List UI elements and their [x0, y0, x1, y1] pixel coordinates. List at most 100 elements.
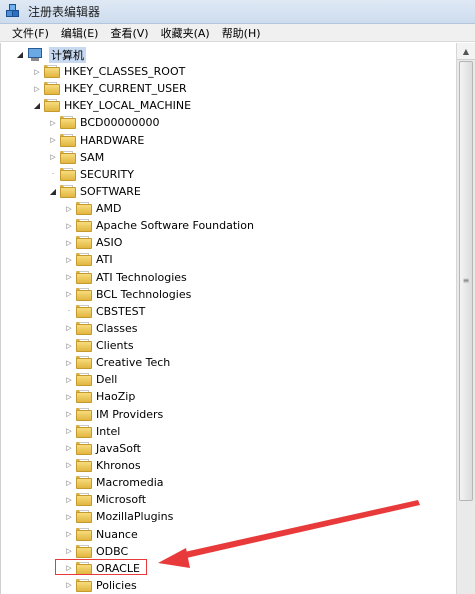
- tree-item[interactable]: ▷ BCD00000000: [48, 114, 160, 131]
- tree-item[interactable]: ▷ Nuance: [64, 526, 138, 543]
- expand-arrow-icon[interactable]: ▷: [64, 204, 74, 214]
- tree-item-label: Nuance: [96, 527, 138, 541]
- expand-arrow-icon[interactable]: ▷: [64, 358, 74, 368]
- title-bar: 注册表编辑器: [0, 0, 475, 24]
- tree-item[interactable]: ◢ SOFTWARE: [48, 183, 141, 200]
- expand-arrow-icon[interactable]: ▷: [64, 341, 74, 351]
- tree-item-label: Macromedia: [96, 476, 164, 490]
- folder-icon: [76, 304, 92, 318]
- highlight-box: [55, 559, 147, 575]
- tree-item-label: Policies: [96, 578, 137, 592]
- menu-edit[interactable]: 编辑(E): [55, 25, 105, 41]
- expand-arrow-icon[interactable]: ▷: [64, 409, 74, 419]
- expand-arrow-icon[interactable]: ▷: [64, 323, 74, 333]
- expand-arrow-icon[interactable]: ▷: [64, 478, 74, 488]
- tree-item-label: Creative Tech: [96, 356, 171, 370]
- tree-item-label: JavaSoft: [96, 441, 141, 455]
- expand-arrow-icon[interactable]: ▷: [48, 118, 58, 128]
- tree-item[interactable]: · CBSTEST: [64, 303, 145, 320]
- folder-icon: [76, 253, 92, 267]
- expand-arrow-icon[interactable]: ▷: [64, 221, 74, 231]
- tree-item-label: ODBC: [96, 544, 129, 558]
- tree-item-label: Dell: [96, 373, 118, 387]
- tree-item[interactable]: ▷ Microsoft: [64, 491, 146, 508]
- tree-item[interactable]: ▷ ATI: [64, 251, 113, 268]
- folder-icon: [44, 65, 60, 78]
- expand-arrow-icon[interactable]: ▷: [64, 512, 74, 522]
- collapse-arrow-icon[interactable]: ◢: [32, 101, 42, 111]
- tree-item[interactable]: ▷ MozillaPlugins: [64, 508, 173, 525]
- menu-file[interactable]: 文件(F): [6, 25, 55, 41]
- expand-arrow-icon[interactable]: ▷: [64, 272, 74, 282]
- expand-arrow-icon[interactable]: ▷: [64, 495, 74, 505]
- folder-icon: [76, 476, 92, 490]
- folder-icon: [76, 544, 92, 558]
- grip-icon: ≡: [462, 276, 470, 285]
- expand-arrow-icon[interactable]: ▷: [32, 67, 42, 77]
- tree-item[interactable]: ▷ Creative Tech: [64, 354, 170, 371]
- tree-item[interactable]: · SECURITY: [48, 166, 134, 183]
- tree-item[interactable]: ▷ HARDWARE: [48, 132, 144, 149]
- tree-line-icon: ·: [67, 307, 71, 316]
- expand-arrow-icon[interactable]: ▷: [64, 392, 74, 402]
- scroll-thumb[interactable]: ≡: [459, 61, 473, 501]
- expand-arrow-icon[interactable]: ◢: [15, 50, 25, 60]
- tree-item[interactable]: ▷ Macromedia: [64, 474, 164, 491]
- tree-item-label: HKEY_CURRENT_USER: [64, 82, 187, 96]
- tree-item-label: SOFTWARE: [80, 184, 141, 198]
- expand-arrow-icon[interactable]: ▷: [64, 255, 74, 265]
- expand-arrow-icon[interactable]: ▷: [64, 529, 74, 539]
- folder-icon: [76, 424, 92, 438]
- tree-item[interactable]: ▷ ODBC: [64, 543, 128, 560]
- tree-item-label: SAM: [80, 150, 105, 164]
- tree-item[interactable]: ▷ Clients: [64, 337, 134, 354]
- tree-item-label: ASIO: [96, 236, 123, 250]
- tree-root[interactable]: ◢ 计算机: [15, 46, 86, 63]
- tree-item[interactable]: ▷ IM Providers: [64, 406, 163, 423]
- collapse-arrow-icon[interactable]: ◢: [48, 186, 58, 196]
- expand-arrow-icon[interactable]: ▷: [64, 375, 74, 385]
- tree-item[interactable]: ▷ BCL Technologies: [64, 286, 191, 303]
- menu-help[interactable]: 帮助(H): [216, 25, 267, 41]
- expand-arrow-icon[interactable]: ▷: [32, 84, 42, 94]
- folder-icon: [76, 578, 92, 592]
- tree-item-label: Apache Software Foundation: [96, 219, 254, 233]
- folder-icon: [76, 390, 92, 404]
- expand-arrow-icon[interactable]: ▷: [64, 238, 74, 248]
- tree-item[interactable]: ▷ HKEY_CURRENT_USER: [32, 80, 187, 97]
- tree-item[interactable]: ▷ ATI Technologies: [64, 269, 187, 286]
- tree-item-label: Microsoft: [96, 493, 147, 507]
- scroll-up-arrow-icon[interactable]: ▲: [457, 43, 475, 60]
- folder-icon: [76, 441, 92, 455]
- tree-item[interactable]: ▷ Classes: [64, 320, 137, 337]
- tree-item[interactable]: ▷ ASIO: [64, 234, 122, 251]
- expand-arrow-icon[interactable]: ▷: [64, 426, 74, 436]
- tree-item-label: Classes: [96, 321, 138, 335]
- expand-arrow-icon[interactable]: ▷: [64, 289, 74, 299]
- expand-arrow-icon[interactable]: ▷: [48, 135, 58, 145]
- menu-favorites[interactable]: 收藏夹(A): [155, 25, 216, 41]
- expand-arrow-icon[interactable]: ▷: [64, 443, 74, 453]
- tree-item[interactable]: ▷ AMD: [64, 200, 122, 217]
- registry-tree[interactable]: ◢ 计算机 ▷ HKEY_CLASSES_ROOT ▷ HKEY_CURRENT_US…: [0, 43, 455, 594]
- expand-arrow-icon[interactable]: ▷: [64, 546, 74, 556]
- tree-item[interactable]: ▷ SAM: [48, 149, 104, 166]
- folder-icon: [44, 99, 60, 113]
- expand-arrow-icon[interactable]: ▷: [64, 580, 74, 590]
- tree-item[interactable]: ▷ HKEY_CLASSES_ROOT: [32, 63, 185, 80]
- tree-item[interactable]: ▷ Intel: [64, 423, 120, 440]
- expand-arrow-icon[interactable]: ▷: [64, 460, 74, 470]
- tree-item[interactable]: ▷ Apache Software Foundation: [64, 217, 254, 234]
- tree-item-label: BCL Technologies: [96, 287, 192, 301]
- tree-item[interactable]: ◢ HKEY_LOCAL_MACHINE: [32, 97, 191, 114]
- tree-item[interactable]: ▷ HaoZip: [64, 388, 135, 405]
- tree-item[interactable]: ▷ Policies: [64, 577, 137, 594]
- tree-item-label: BCD00000000: [80, 116, 160, 130]
- tree-item[interactable]: ▷ Khronos: [64, 457, 141, 474]
- tree-item-label: HKEY_LOCAL_MACHINE: [64, 99, 192, 113]
- menu-view[interactable]: 查看(V): [104, 25, 154, 41]
- expand-arrow-icon[interactable]: ▷: [48, 152, 58, 162]
- tree-item[interactable]: ▷ JavaSoft: [64, 440, 141, 457]
- vertical-scrollbar[interactable]: ▲ ≡: [456, 43, 475, 594]
- tree-item[interactable]: ▷ Dell: [64, 371, 117, 388]
